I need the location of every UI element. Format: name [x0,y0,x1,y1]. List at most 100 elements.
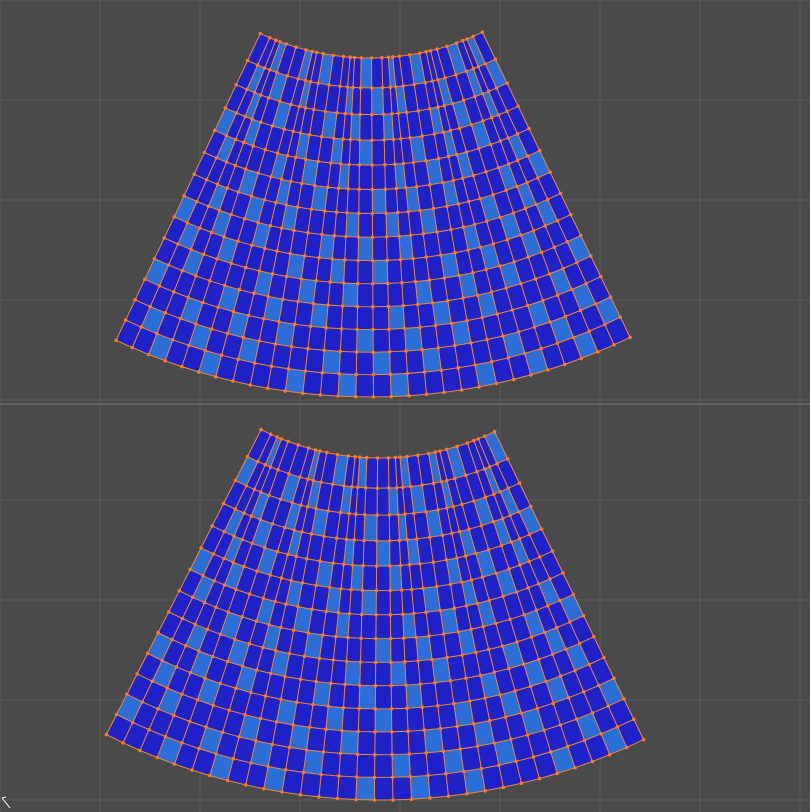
uv-vertex[interactable] [234,82,238,87]
uv-vertex[interactable] [390,775,395,780]
uv-vertex[interactable] [498,215,503,220]
uv-vertex[interactable] [287,471,291,476]
uv-vertex[interactable] [374,564,379,568]
uv-vertex[interactable] [453,343,457,348]
uv-vertex[interactable] [229,261,234,266]
uv-vertex[interactable] [464,69,469,74]
uv-face[interactable] [337,775,358,800]
uv-vertex[interactable] [341,562,346,566]
uv-vertex[interactable] [371,395,376,399]
uv-vertex[interactable] [401,303,406,308]
uv-vertex[interactable] [216,305,220,310]
uv-vertex[interactable] [405,454,409,459]
uv-vertex[interactable] [404,349,408,353]
uv-vertex[interactable] [297,104,302,109]
uv-vertex[interactable] [250,243,254,247]
uv-vertex[interactable] [243,783,248,787]
uv-vertex[interactable] [172,713,176,718]
uv-vertex[interactable] [313,448,318,452]
uv-face[interactable] [320,372,340,397]
uv-vertex[interactable] [459,388,464,392]
uv-vertex[interactable] [296,77,300,81]
uv-vertex[interactable] [323,209,327,213]
uv-vertex[interactable] [373,753,377,757]
uv-vertex[interactable] [279,625,283,630]
uv-vertex[interactable] [505,457,510,461]
uv-vertex[interactable] [258,517,263,522]
uv-face[interactable] [425,750,447,776]
uv-vertex[interactable] [492,492,496,497]
uv-vertex[interactable] [329,161,333,165]
uv-vertex[interactable] [478,196,482,201]
uv-vertex[interactable] [197,746,201,751]
uv-vertex[interactable] [170,637,174,642]
uv-face[interactable] [361,589,377,616]
uv-vertex[interactable] [404,186,408,190]
uv-vertex[interactable] [597,683,601,688]
uv-face[interactable] [376,457,390,489]
uv-vertex[interactable] [558,598,562,603]
uv-vertex[interactable] [488,465,492,469]
uv-face[interactable] [356,753,376,778]
uv-vertex[interactable] [300,530,304,534]
uv-vertex[interactable] [452,476,457,481]
uv-face[interactable] [371,188,387,214]
uv-vertex[interactable] [242,217,247,221]
uv-vertex[interactable] [356,258,360,263]
uv-vertex[interactable] [571,335,576,340]
uv-vertex[interactable] [581,613,586,618]
uv-vertex[interactable] [397,54,402,59]
uv-vertex[interactable] [390,112,394,116]
uv-vertex[interactable] [527,532,532,537]
uv-vertex[interactable] [486,89,491,94]
uv-vertex[interactable] [296,205,300,209]
uv-vertex[interactable] [240,537,244,542]
uv-vertex[interactable] [275,249,279,253]
uv-vertex[interactable] [275,151,280,155]
uv-vertex[interactable] [499,543,504,548]
uv-vertex[interactable] [466,248,470,252]
uv-vertex[interactable] [445,44,449,49]
uv-vertex[interactable] [424,510,428,514]
uv-vertex[interactable] [287,745,292,750]
uv-vertex[interactable] [538,555,542,559]
uv-vertex[interactable] [163,359,167,363]
uv-vertex[interactable] [261,645,265,650]
uv-face[interactable] [358,188,373,214]
uv-face[interactable] [356,306,374,330]
uv-vertex[interactable] [279,437,284,441]
uv-vertex[interactable] [443,76,447,80]
uv-vertex[interactable] [430,657,434,662]
uv-vertex[interactable] [162,236,167,240]
uv-vertex[interactable] [593,302,598,306]
uv-vertex[interactable] [186,295,190,300]
uv-vertex[interactable] [270,522,275,526]
uv-vertex[interactable] [243,712,247,717]
uv-vertex[interactable] [476,146,481,151]
uv-vertex[interactable] [603,322,607,327]
uv-vertex[interactable] [526,255,531,259]
uv-vertex[interactable] [322,534,326,539]
uv-vertex[interactable] [400,280,404,285]
uv-vertex[interactable] [552,245,556,250]
uv-vertex[interactable] [508,617,512,622]
uv-vertex[interactable] [436,156,441,161]
uv-vertex[interactable] [321,633,325,637]
uv-vertex[interactable] [566,695,571,700]
uv-vertex[interactable] [234,111,239,115]
uv-vertex[interactable] [317,656,322,661]
uv-vertex[interactable] [374,636,378,641]
uv-vertex[interactable] [568,620,572,624]
uv-vertex[interactable] [511,211,516,215]
uv-vertex[interactable] [302,654,307,658]
uv-vertex[interactable] [388,636,393,641]
uv-face[interactable] [423,728,444,754]
uv-vertex[interactable] [397,234,401,238]
uv-vertex[interactable] [335,796,340,801]
uv-vertex[interactable] [337,372,342,376]
uv-vertex[interactable] [507,162,511,166]
uv-vertex[interactable] [407,752,412,756]
uv-face[interactable] [327,281,345,307]
uv-vertex[interactable] [265,386,270,391]
uv-face[interactable] [340,328,358,353]
